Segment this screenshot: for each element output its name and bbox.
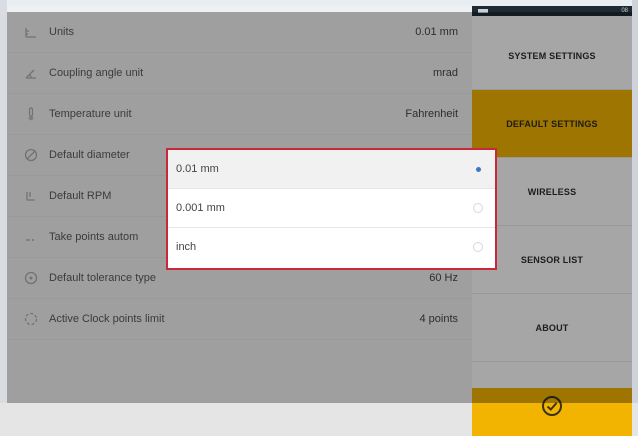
radio-unselected-icon — [473, 242, 483, 252]
option-label: 0.001 mm — [176, 202, 225, 214]
dropdown-option-inch[interactable]: inch — [168, 228, 495, 267]
device-bezel-right — [632, 0, 638, 403]
radio-unselected-icon — [473, 203, 483, 213]
device-bezel-left — [0, 0, 7, 403]
radio-selected-icon — [473, 164, 483, 174]
diameter-unit-dropdown: 0.01 mm 0.001 mm inch — [166, 148, 497, 270]
device-frame: Units 0.01 mm Coupling angle unit mrad T… — [0, 0, 638, 436]
device-screen: Units 0.01 mm Coupling angle unit mrad T… — [7, 6, 632, 436]
dropdown-option-0-001-mm[interactable]: 0.001 mm — [168, 189, 495, 228]
dropdown-option-0-01-mm[interactable]: 0.01 mm — [168, 150, 495, 189]
option-label: inch — [176, 241, 197, 253]
option-label: 0.01 mm — [176, 163, 219, 175]
